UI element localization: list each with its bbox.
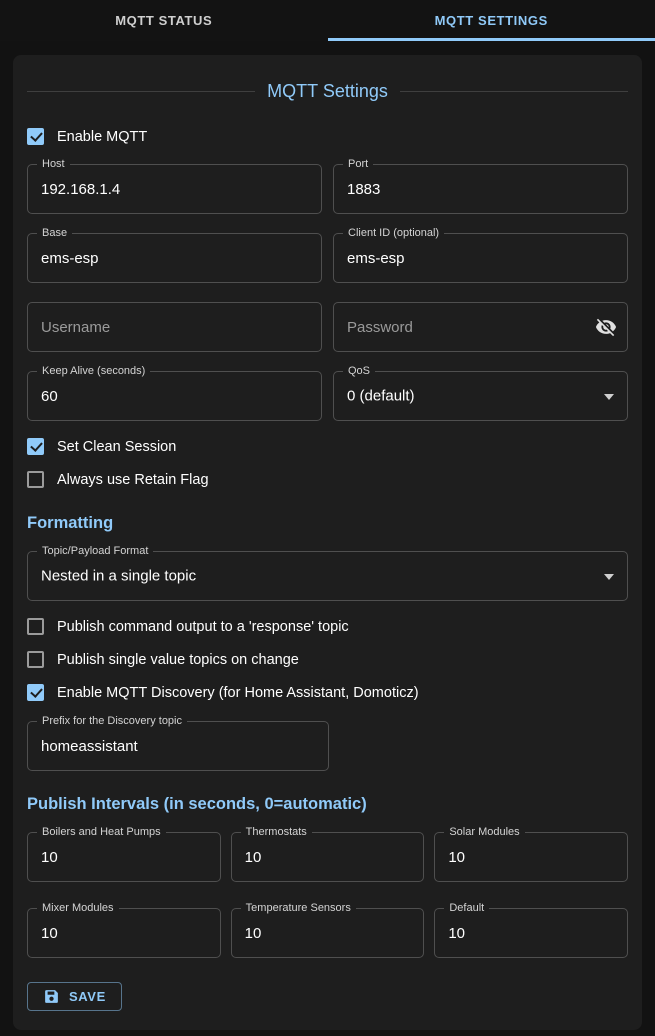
client-id-input[interactable] [334, 234, 627, 282]
password-visibility-toggle[interactable] [594, 315, 618, 339]
save-button[interactable]: SAVE [27, 982, 122, 1011]
temperature-interval-input[interactable] [232, 909, 424, 957]
thermostats-interval-input[interactable] [232, 833, 424, 881]
tab-bar: MQTT STATUS MQTT SETTINGS [0, 0, 655, 41]
checkbox-icon[interactable] [27, 471, 44, 488]
checkbox-icon[interactable] [27, 651, 44, 668]
checkbox-publish-response[interactable]: Publish command output to a 'response' t… [27, 618, 628, 635]
qos-select[interactable]: QoS 0 (default) [333, 371, 628, 421]
checkbox-publish-single[interactable]: Publish single value topics on change [27, 651, 628, 668]
section-header-publish-intervals: Publish Intervals (in seconds, 0=automat… [27, 795, 628, 814]
intervals-row-2: Mixer Modules Temperature Sensors Defaul… [27, 908, 628, 958]
port-field[interactable]: Port [333, 164, 628, 214]
boilers-interval-field[interactable]: Boilers and Heat Pumps [27, 832, 221, 882]
checkbox-label: Set Clean Session [57, 439, 176, 455]
checkbox-clean-session[interactable]: Set Clean Session [27, 438, 628, 455]
checkbox-icon[interactable] [27, 438, 44, 455]
tab-mqtt-settings[interactable]: MQTT SETTINGS [328, 0, 655, 41]
chevron-down-icon [604, 394, 614, 405]
mixer-interval-input[interactable] [28, 909, 220, 957]
checkbox-mqtt-discovery[interactable]: Enable MQTT Discovery (for Home Assistan… [27, 684, 628, 701]
field-label: QoS [343, 365, 375, 378]
checkbox-label: Publish command output to a 'response' t… [57, 619, 349, 635]
mixer-interval-field[interactable]: Mixer Modules [27, 908, 221, 958]
default-interval-input[interactable] [435, 909, 627, 957]
password-input[interactable] [334, 303, 627, 351]
title-row: MQTT Settings [27, 81, 628, 102]
password-field[interactable] [333, 302, 628, 352]
host-field[interactable]: Host [27, 164, 322, 214]
base-field[interactable]: Base [27, 233, 322, 283]
keep-alive-input[interactable] [28, 372, 321, 420]
tab-mqtt-status[interactable]: MQTT STATUS [0, 0, 328, 41]
divider-line-right [400, 91, 628, 92]
keepalive-qos-row: Keep Alive (seconds) QoS 0 (default) [27, 371, 628, 421]
discovery-prefix-field[interactable]: Prefix for the Discovery topic [27, 721, 329, 771]
page-title: MQTT Settings [267, 81, 388, 102]
checkbox-label: Enable MQTT Discovery (for Home Assistan… [57, 685, 419, 701]
username-field[interactable] [27, 302, 322, 352]
base-clientid-row: Base Client ID (optional) [27, 233, 628, 283]
checkbox-retain-flag[interactable]: Always use Retain Flag [27, 471, 628, 488]
topic-format-selected-value: Nested in a single topic [41, 568, 196, 585]
save-icon [43, 988, 60, 1005]
checkbox-label: Always use Retain Flag [57, 472, 209, 488]
checkbox-label: Publish single value topics on change [57, 652, 299, 668]
divider-line-left [27, 91, 255, 92]
checkbox-enable-mqtt[interactable]: Enable MQTT [27, 128, 628, 145]
topic-format-select[interactable]: Topic/Payload Format Nested in a single … [27, 551, 628, 601]
thermostats-interval-field[interactable]: Thermostats [231, 832, 425, 882]
checkbox-label: Enable MQTT [57, 129, 147, 145]
client-id-field[interactable]: Client ID (optional) [333, 233, 628, 283]
boilers-interval-input[interactable] [28, 833, 220, 881]
discovery-prefix-row: Prefix for the Discovery topic [27, 721, 628, 771]
topic-format-row: Topic/Payload Format Nested in a single … [27, 551, 628, 601]
default-interval-field[interactable]: Default [434, 908, 628, 958]
host-input[interactable] [28, 165, 321, 213]
base-input[interactable] [28, 234, 321, 282]
chevron-down-icon [604, 574, 614, 585]
intervals-row-1: Boilers and Heat Pumps Thermostats Solar… [27, 832, 628, 882]
port-input[interactable] [334, 165, 627, 213]
settings-panel: MQTT Settings Enable MQTT Host Port Base… [13, 55, 642, 1030]
qos-selected-value: 0 (default) [347, 388, 415, 405]
solar-interval-field[interactable]: Solar Modules [434, 832, 628, 882]
solar-interval-input[interactable] [435, 833, 627, 881]
save-button-label: SAVE [69, 989, 106, 1004]
checkbox-icon[interactable] [27, 684, 44, 701]
checkbox-icon[interactable] [27, 618, 44, 635]
credentials-row [27, 302, 628, 352]
field-label: Topic/Payload Format [37, 545, 153, 558]
username-input[interactable] [28, 303, 321, 351]
temperature-interval-field[interactable]: Temperature Sensors [231, 908, 425, 958]
visibility-off-icon [595, 316, 617, 338]
discovery-prefix-input[interactable] [28, 722, 328, 770]
checkbox-icon[interactable] [27, 128, 44, 145]
section-header-formatting: Formatting [27, 514, 628, 533]
keep-alive-field[interactable]: Keep Alive (seconds) [27, 371, 322, 421]
host-port-row: Host Port [27, 164, 628, 214]
